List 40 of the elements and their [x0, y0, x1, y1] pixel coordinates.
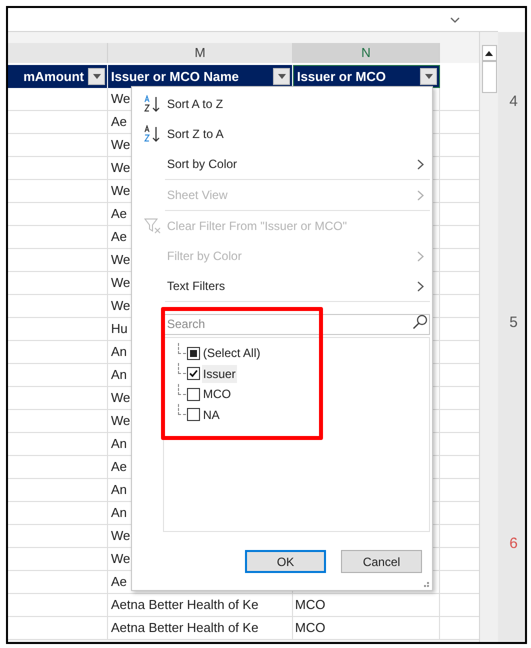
sort-descending-icon: [144, 125, 162, 143]
triangle-up-icon: [485, 50, 493, 56]
table-cell: MCO: [293, 594, 440, 616]
checkbox[interactable]: [187, 388, 200, 401]
checkbox[interactable]: [187, 346, 200, 360]
filter-value[interactable]: Issuer: [202, 364, 237, 383]
dialog-button[interactable]: OK: [245, 550, 326, 573]
filter-dropdown-button[interactable]: [420, 68, 437, 85]
table-cell: Aetna Better Health of Ke: [108, 594, 293, 616]
search-icon: [412, 314, 428, 330]
dialog-button[interactable]: Cancel: [341, 550, 422, 573]
checkbox[interactable]: [187, 367, 200, 380]
triangle-down-icon: [278, 74, 286, 79]
table-cell: MCO: [293, 617, 440, 639]
chevron-right-icon: [417, 280, 424, 292]
chevron-down-icon[interactable]: [450, 16, 460, 24]
resize-grip-icon: [424, 582, 429, 587]
chevron-right-icon: [417, 250, 424, 262]
chevron-right-icon: [417, 158, 424, 170]
checkbox[interactable]: [187, 408, 200, 422]
scroll-thumb[interactable]: [482, 61, 496, 93]
sort-ascending-icon: [144, 95, 162, 113]
page-number: 5: [509, 313, 518, 333]
filter-value[interactable]: (Select All): [202, 344, 262, 362]
filter-value[interactable]: MCO: [202, 385, 232, 404]
header-label: Issuer or MCO Name: [111, 68, 240, 86]
triangle-down-icon: [92, 74, 100, 79]
column-header[interactable]: M: [108, 43, 293, 63]
page-number: 6: [509, 534, 518, 554]
header-label: mAmount: [22, 68, 84, 86]
chevron-right-icon: [417, 190, 424, 200]
filter-dropdown-button[interactable]: [88, 68, 105, 85]
filter-dropdown-button[interactable]: [273, 68, 290, 85]
triangle-down-icon: [424, 74, 432, 79]
clear-filter-icon: [144, 218, 162, 234]
header-label: Issuer or MCO: [297, 68, 387, 86]
column-header[interactable]: N: [293, 43, 440, 63]
scroll-up-button[interactable]: [482, 45, 496, 61]
table-cell: Aetna Better Health of Ke: [108, 617, 293, 639]
page-number: 4: [509, 92, 518, 112]
